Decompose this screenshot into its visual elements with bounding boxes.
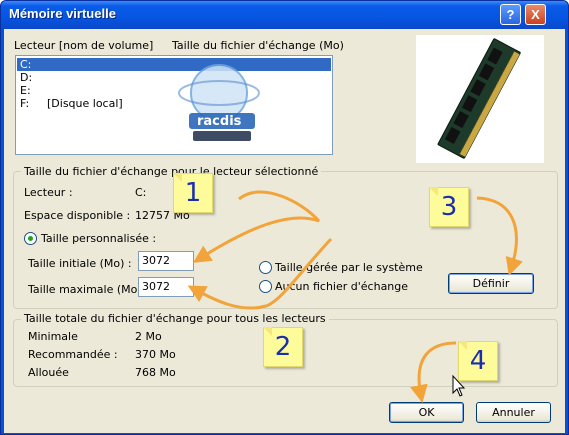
custom-size-label: Taille personnalisée : bbox=[41, 232, 157, 245]
initial-size-value: 3072 bbox=[142, 254, 170, 267]
system-managed-radio[interactable] bbox=[259, 261, 272, 274]
ok-button[interactable]: OK bbox=[389, 402, 464, 423]
selected-drive-group-title: Taille du fichier d'échange pour le lect… bbox=[21, 165, 322, 178]
drive-letter: C: bbox=[20, 58, 32, 71]
drive-column-header: Lecteur [nom de volume] bbox=[14, 39, 154, 52]
allocated-value: 768 Mo bbox=[135, 366, 176, 379]
max-size-value: 3072 bbox=[142, 280, 170, 293]
recommended-value: 370 Mo bbox=[135, 348, 176, 361]
initial-size-field[interactable]: 3072 bbox=[138, 251, 194, 271]
title-bar[interactable]: Mémoire virtuelle ? X bbox=[1, 1, 568, 29]
drive-row-e[interactable]: E: bbox=[17, 84, 331, 97]
max-size-field[interactable]: 3072 bbox=[138, 277, 194, 297]
define-button[interactable]: Définir bbox=[448, 273, 534, 294]
size-column-header: Taille du fichier d'échange (Mo) bbox=[172, 39, 344, 52]
drive-letter: E: bbox=[20, 84, 31, 97]
step-note-1: 1 bbox=[173, 173, 213, 213]
no-paging-file-radio[interactable] bbox=[259, 280, 272, 293]
drive-value: C: bbox=[135, 186, 147, 199]
drive-row-c[interactable]: C: bbox=[17, 58, 331, 71]
drive-row-d[interactable]: D: bbox=[17, 71, 331, 84]
max-size-label: Taille maximale (Mo) : bbox=[28, 283, 149, 296]
dialog-window: Mémoire virtuelle ? X Lecteur [nom de vo… bbox=[0, 0, 569, 435]
allocated-label: Allouée bbox=[28, 366, 69, 379]
step-note-2: 2 bbox=[263, 327, 303, 367]
custom-size-radio[interactable] bbox=[24, 232, 37, 245]
close-button[interactable]: X bbox=[525, 4, 546, 25]
minimum-value: 2 Mo bbox=[135, 330, 162, 343]
drive-letter: D: bbox=[20, 71, 33, 84]
drive-list[interactable]: C: D: E: F: [Disque local] bbox=[15, 55, 333, 155]
drive-volume-name: [Disque local] bbox=[47, 97, 123, 110]
watermark-logo-text: racdis bbox=[197, 114, 242, 129]
minimum-label: Minimale bbox=[28, 330, 78, 343]
window-title: Mémoire virtuelle bbox=[9, 6, 116, 21]
drive-letter: F: bbox=[20, 97, 30, 110]
help-button[interactable]: ? bbox=[500, 4, 521, 25]
initial-size-label: Taille initiale (Mo) : bbox=[28, 257, 132, 270]
available-space-label: Espace disponible : bbox=[24, 209, 131, 222]
ram-module-image bbox=[416, 35, 544, 163]
no-paging-file-label: Aucun fichier d'échange bbox=[275, 280, 409, 293]
drive-label: Lecteur : bbox=[24, 186, 73, 199]
cancel-button[interactable]: Annuler bbox=[476, 402, 551, 423]
system-managed-label: Taille gérée par le système bbox=[275, 261, 423, 274]
step-note-4: 4 bbox=[458, 341, 498, 381]
recommended-label: Recommandée : bbox=[28, 348, 118, 361]
drive-row-f[interactable]: F: [Disque local] bbox=[17, 97, 331, 110]
total-size-group-title: Taille totale du fichier d'échange pour … bbox=[21, 312, 329, 325]
step-note-3: 3 bbox=[429, 187, 469, 227]
